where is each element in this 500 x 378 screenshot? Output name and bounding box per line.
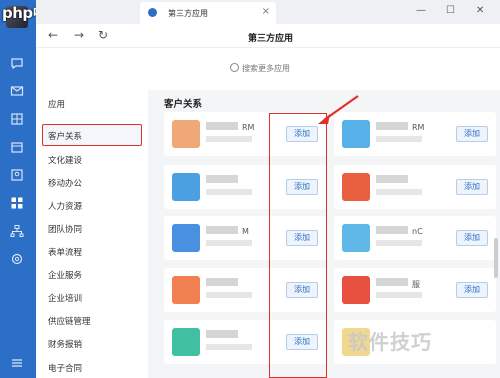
- app-name-blurred: [376, 175, 408, 183]
- category-supply-chain[interactable]: 供应链管理: [48, 315, 91, 327]
- app-icon: [342, 224, 370, 252]
- app-icon: [172, 328, 200, 356]
- app-icon: [172, 276, 200, 304]
- category-mobile-office[interactable]: 移动办公: [48, 177, 82, 189]
- scrollbar[interactable]: [494, 238, 498, 278]
- app-icon: [172, 224, 200, 252]
- app-name-blurred: [376, 278, 408, 286]
- app-icon: [342, 276, 370, 304]
- category-crm[interactable]: 客户关系: [48, 130, 82, 142]
- nav-bar: ← → ↻ 第三方应用: [36, 24, 500, 48]
- org-icon[interactable]: [10, 224, 24, 238]
- app-name-blurred: [206, 278, 238, 286]
- tab-label: 第三方应用: [168, 9, 208, 18]
- app-name: nC: [412, 227, 423, 236]
- search-input[interactable]: 搜索更多应用: [242, 63, 290, 74]
- calendar-icon[interactable]: [10, 140, 24, 154]
- app-desc-blurred: [376, 240, 422, 246]
- app-name: RM: [242, 123, 255, 132]
- category-training[interactable]: 企业培训: [48, 292, 82, 304]
- category-e-contract[interactable]: 电子合同: [48, 362, 82, 374]
- close-tab-icon[interactable]: ×: [262, 6, 270, 17]
- category-forms[interactable]: 表单流程: [48, 246, 82, 258]
- app-name-blurred: [206, 122, 238, 130]
- app-name-blurred: [206, 226, 238, 234]
- add-button[interactable]: 添加: [456, 282, 488, 298]
- docs-icon[interactable]: [10, 112, 24, 126]
- category-list: 应用 客户关系 文化建设 移动办公 人力资源 团队协同 表单流程 企业服务 企业…: [36, 90, 148, 378]
- chat-icon[interactable]: [10, 56, 24, 70]
- add-button[interactable]: 添加: [456, 230, 488, 246]
- tab-bar: 第三方应用 × — ☐ ✕: [36, 0, 500, 24]
- add-button[interactable]: 添加: [456, 126, 488, 142]
- close-window-button[interactable]: ✕: [476, 5, 484, 16]
- category-hr[interactable]: 人力资源: [48, 200, 82, 212]
- category-culture[interactable]: 文化建设: [48, 154, 82, 166]
- app-name-blurred: [206, 175, 238, 183]
- search-icon: [230, 63, 239, 72]
- category-enterprise-service[interactable]: 企业服务: [48, 269, 82, 281]
- red-arrow-icon: [318, 95, 359, 124]
- maximize-button[interactable]: ☐: [446, 5, 455, 16]
- app-card[interactable]: 服 添加: [334, 268, 496, 312]
- refresh-button[interactable]: ↻: [98, 28, 108, 42]
- settings-icon[interactable]: [10, 252, 24, 266]
- back-button[interactable]: ←: [48, 28, 58, 42]
- menu-icon[interactable]: [10, 356, 24, 370]
- search-bar[interactable]: 搜索更多应用: [230, 62, 370, 76]
- apps-icon[interactable]: [10, 196, 24, 210]
- app-desc-blurred: [206, 240, 252, 246]
- app-icon: [342, 173, 370, 201]
- app-name-blurred: [376, 226, 408, 234]
- app-desc-blurred: [376, 292, 422, 298]
- app-icon: [148, 8, 157, 17]
- category-apps[interactable]: 应用: [48, 98, 65, 110]
- add-buttons-highlight: [269, 113, 327, 378]
- app-desc-blurred: [206, 344, 252, 350]
- app-desc-blurred: [376, 189, 422, 195]
- category-team[interactable]: 团队协同: [48, 223, 82, 235]
- add-button[interactable]: 添加: [456, 179, 488, 195]
- app-name-blurred: [206, 330, 238, 338]
- tab-third-party-apps[interactable]: 第三方应用 ×: [140, 2, 276, 24]
- app-desc-blurred: [206, 136, 252, 142]
- page-title: 第三方应用: [248, 34, 294, 44]
- app-desc-blurred: [376, 136, 422, 142]
- app-card[interactable]: 添加: [334, 165, 496, 209]
- minimize-button[interactable]: —: [416, 5, 426, 16]
- app-card[interactable]: nC 添加: [334, 216, 496, 260]
- app-name: RM: [412, 123, 425, 132]
- category-finance[interactable]: 财务报销: [48, 338, 82, 350]
- left-rail: [0, 0, 36, 378]
- forward-button[interactable]: →: [74, 28, 84, 42]
- app-name: M: [242, 227, 249, 236]
- app-icon: [172, 120, 200, 148]
- app-desc-blurred: [206, 292, 252, 298]
- app-name-blurred: [376, 122, 408, 130]
- section-title: 客户关系: [164, 99, 203, 110]
- app-desc-blurred: [206, 189, 252, 195]
- watermark-text: 软件技巧: [348, 330, 432, 354]
- mail-icon[interactable]: [10, 84, 24, 98]
- app-name: 服: [412, 280, 420, 289]
- app-icon: [172, 173, 200, 201]
- contacts-icon[interactable]: [10, 168, 24, 182]
